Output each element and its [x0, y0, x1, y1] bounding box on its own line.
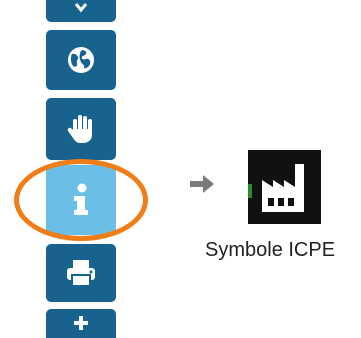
plus-button[interactable]: [46, 309, 116, 338]
printer-icon: [67, 260, 95, 287]
plus-icon: [74, 316, 88, 330]
globe-icon: [68, 47, 94, 73]
top-button-partial[interactable]: [46, 0, 116, 22]
factory-icon: [248, 150, 321, 224]
chevron-down-icon: [74, 3, 88, 13]
hand-button[interactable]: [46, 98, 116, 160]
hand-icon: [67, 115, 92, 143]
print-button[interactable]: [46, 244, 116, 302]
globe-button[interactable]: [46, 30, 116, 90]
arrow-right-icon: [190, 175, 214, 193]
screenshot-stage: Symbole ICPE: [0, 0, 361, 338]
info-icon: [74, 183, 88, 215]
map-toolbar: [14, 0, 148, 338]
legend-caption: Symbole ICPE: [205, 239, 336, 261]
info-button[interactable]: [46, 165, 116, 235]
